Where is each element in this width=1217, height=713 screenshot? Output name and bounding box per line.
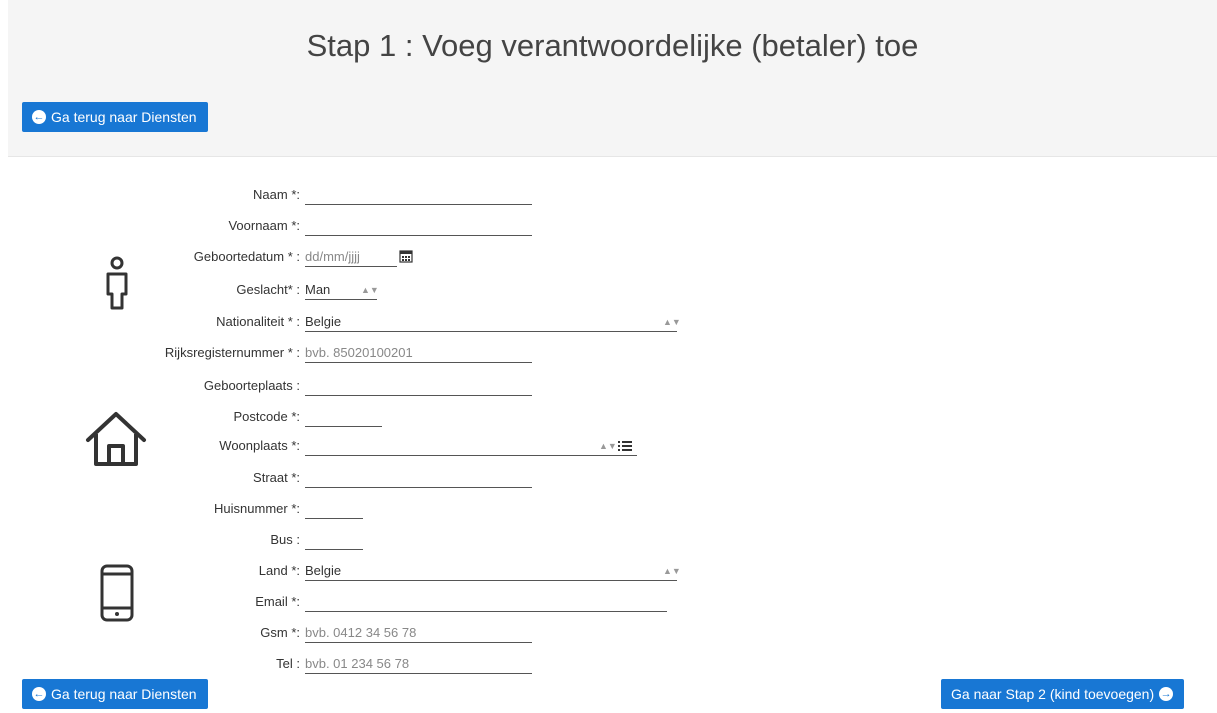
back-to-services-button-bottom[interactable]: ← Ga terug naar Diensten [22,679,208,709]
straat-label: Straat *: [253,470,300,485]
select-arrows-icon: ▲▼ [663,317,681,327]
house-icon [86,412,146,466]
land-value: Belgie [305,563,342,578]
huisnummer-input[interactable] [305,501,363,519]
email-input[interactable] [305,594,667,612]
page-title: Stap 1 : Voeg verantwoordelijke (betaler… [306,28,919,63]
nationaliteit-select[interactable]: Belgie ▲▼ [305,314,681,332]
postcode-input[interactable] [305,409,382,427]
back-button-label: Ga terug naar Diensten [51,686,197,702]
naam-label: Naam *: [253,187,300,202]
rijksregister-input[interactable] [305,345,532,363]
tel-input[interactable] [305,656,532,674]
arrow-right-circle-icon: → [1159,687,1174,701]
email-label: Email *: [255,594,300,609]
geslacht-select[interactable]: Man ▲▼ [305,282,379,300]
woonplaats-label: Woonplaats *: [219,438,300,453]
next-step-button[interactable]: Ga naar Stap 2 (kind toevoegen) → [941,679,1185,709]
geboorteplaats-input[interactable] [305,378,532,396]
tel-label: Tel : [276,656,300,671]
land-label: Land *: [258,563,300,578]
list-icon[interactable] [618,440,632,452]
naam-input[interactable] [305,187,532,205]
land-select[interactable]: Belgie ▲▼ [305,563,681,581]
bus-input[interactable] [305,532,363,550]
straat-input[interactable] [305,470,532,488]
arrow-left-circle-icon: ← [32,110,46,124]
person-icon [106,256,128,310]
arrow-left-circle-icon: ← [32,687,46,701]
back-button-label: Ga terug naar Diensten [51,109,197,125]
nationaliteit-value: Belgie [305,314,342,329]
huisnummer-label: Huisnummer *: [214,501,300,516]
geboortedatum-label: Geboortedatum * : [193,249,300,264]
geslacht-label: Geslacht* : [236,282,300,297]
gsm-label: Gsm *: [260,625,300,640]
rijksregister-label: Rijksregisternummer * : [164,345,300,360]
select-arrows-icon: ▲▼ [361,285,379,295]
nationaliteit-label: Nationaliteit * : [216,314,300,329]
next-button-label: Ga naar Stap 2 (kind toevoegen) [951,686,1155,702]
postcode-label: Postcode *: [233,409,301,424]
geboorteplaats-label: Geboorteplaats : [203,378,300,393]
woonplaats-select[interactable]: ▲▼ [305,438,637,456]
voornaam-input[interactable] [305,218,532,236]
geboortedatum-input[interactable] [305,249,397,267]
calendar-icon[interactable] [399,249,413,263]
page-header: Stap 1 : Voeg verantwoordelijke (betaler… [8,0,1217,157]
bus-label: Bus : [270,532,300,547]
select-arrows-icon: ▲▼ [599,441,617,451]
phone-icon [100,564,134,622]
back-to-services-button-top[interactable]: ← Ga terug naar Diensten [22,102,208,132]
select-arrows-icon: ▲▼ [663,566,681,576]
geslacht-value: Man [305,282,331,297]
voornaam-label: Voornaam *: [228,218,300,233]
gsm-input[interactable] [305,625,532,643]
